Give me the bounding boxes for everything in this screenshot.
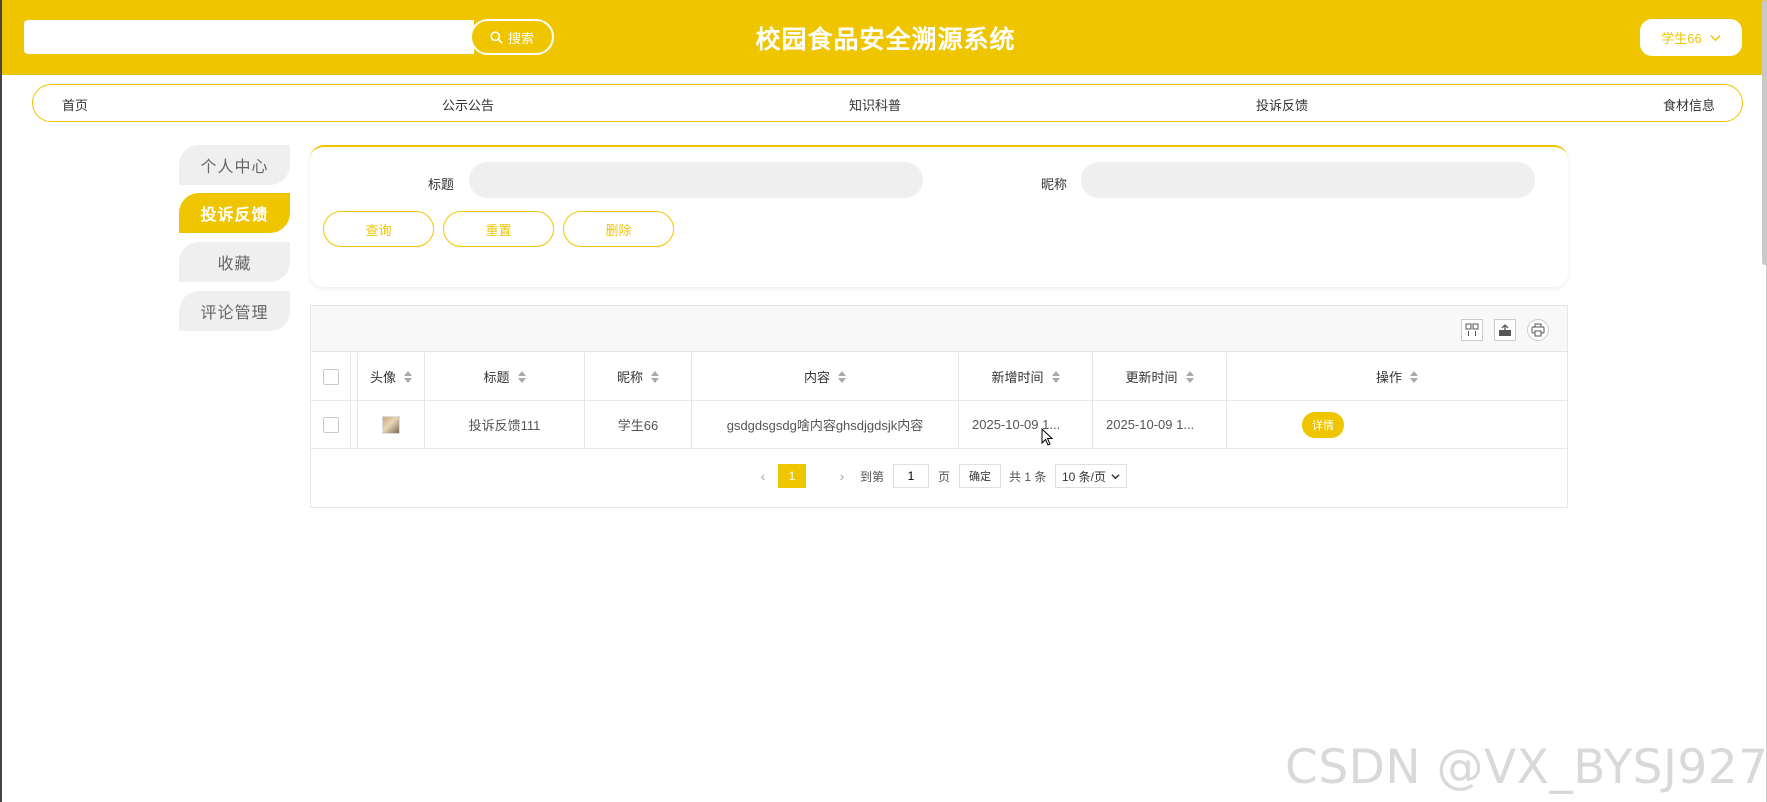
nav-knowledge[interactable]: 知识科普 xyxy=(849,95,901,114)
page-1-button[interactable]: 1 xyxy=(778,464,806,488)
header-avatar[interactable]: 头像 xyxy=(358,353,425,400)
prev-icon: ‹ xyxy=(760,468,766,484)
nickname-filter-input[interactable] xyxy=(1081,162,1535,198)
row-checkbox[interactable] xyxy=(322,416,339,433)
header-actions-label: 操作 xyxy=(1375,370,1402,385)
avatar-cell xyxy=(358,401,425,448)
sort-icon xyxy=(404,370,412,383)
goto-label: 到第 xyxy=(860,469,885,484)
sidebar-item-comment-management[interactable]: 评论管理 xyxy=(179,291,290,331)
columns-icon xyxy=(1465,323,1479,336)
print-icon xyxy=(1531,323,1545,337)
nickname-cell: 学生66 xyxy=(585,401,692,448)
sort-icon xyxy=(838,370,846,383)
vertical-scrollbar[interactable] xyxy=(1762,0,1767,265)
spacer-cell xyxy=(351,353,358,400)
header-avatar-label: 头像 xyxy=(369,370,396,385)
nav-ingredients[interactable]: 食材信息 xyxy=(1663,95,1715,114)
content-cell: gsdgdsgsdg啥内容ghsdjgdsjk内容 xyxy=(692,401,959,448)
title-filter-input[interactable] xyxy=(469,162,923,198)
actions-cell: 详情 xyxy=(1227,401,1567,448)
total-count: 共 1 条 xyxy=(1009,469,1047,484)
sort-icon xyxy=(1410,370,1418,383)
goto-page-input[interactable] xyxy=(893,464,929,488)
sidebar-item-personal-center[interactable]: 个人中心 xyxy=(179,145,290,185)
reset-button[interactable]: 重置 xyxy=(443,211,554,247)
header-content[interactable]: 内容 xyxy=(692,353,959,400)
created-cell: 2025-10-09 1... xyxy=(959,401,1093,448)
detail-button[interactable]: 详情 xyxy=(1302,411,1344,438)
next-icon: › xyxy=(839,468,845,484)
nav-announcements[interactable]: 公示公告 xyxy=(442,95,494,114)
title-cell: 投诉反馈111 xyxy=(425,401,585,448)
header-nickname-label: 昵称 xyxy=(616,370,643,385)
mouse-cursor-icon xyxy=(1041,428,1053,446)
sort-icon xyxy=(651,370,659,383)
header-title-label: 标题 xyxy=(483,370,510,385)
avatar[interactable] xyxy=(382,415,400,434)
next-page-button[interactable]: › xyxy=(832,464,852,488)
sort-icon xyxy=(1185,370,1194,383)
page-size-value: 10 条/页 xyxy=(1062,469,1107,484)
table-toolbar xyxy=(311,306,1567,352)
sort-icon xyxy=(1051,370,1060,383)
select-all-checkbox[interactable] xyxy=(322,368,339,385)
export-button[interactable] xyxy=(1494,319,1516,341)
nickname-filter-label: 昵称 xyxy=(1041,177,1068,192)
header-actions[interactable]: 操作 xyxy=(1227,353,1567,400)
sidebar-item-complaints[interactable]: 投诉反馈 xyxy=(179,193,290,233)
filter-panel: 标题 昵称 查询 重置 删除 xyxy=(310,145,1568,287)
chevron-down-icon xyxy=(1111,473,1120,479)
header-title[interactable]: 标题 xyxy=(425,353,585,400)
header-updated-label: 更新时间 xyxy=(1125,370,1178,385)
header-created-label: 新增时间 xyxy=(991,370,1044,385)
watermark: CSDN @VX_BYSJ9276 xyxy=(1285,740,1767,795)
pagination: ‹ 1 › 到第 页 确定 共 1 条 10 条/页 xyxy=(311,461,1567,491)
page-suffix-label: 页 xyxy=(938,469,951,484)
user-name: 学生66 xyxy=(1661,31,1702,46)
chevron-down-icon xyxy=(1710,35,1721,42)
page-size-select[interactable]: 10 条/页 xyxy=(1055,464,1127,488)
nav-complaints[interactable]: 投诉反馈 xyxy=(1256,95,1308,114)
export-icon xyxy=(1499,324,1511,336)
select-all-cell xyxy=(311,353,351,400)
print-button[interactable] xyxy=(1527,319,1549,341)
table-row[interactable]: 投诉反馈111 学生66 gsdgdsgsdg啥内容ghsdjgdsjk内容 2… xyxy=(311,401,1567,449)
prev-page-button[interactable]: ‹ xyxy=(753,464,773,488)
header-bar: 搜索 校园食品安全溯源系统 学生66 xyxy=(2,0,1767,75)
sidebar-item-favorites[interactable]: 收藏 xyxy=(179,242,290,282)
sort-icon xyxy=(517,370,526,383)
delete-button[interactable]: 删除 xyxy=(563,211,674,247)
title-filter-label: 标题 xyxy=(428,177,455,192)
user-menu-button[interactable]: 学生66 xyxy=(1640,19,1742,56)
header-created[interactable]: 新增时间 xyxy=(959,353,1093,400)
header-nickname[interactable]: 昵称 xyxy=(585,353,692,400)
header-updated[interactable]: 更新时间 xyxy=(1093,353,1227,400)
site-title: 校园食品安全溯源系统 xyxy=(755,26,1016,54)
table-header: 头像 标题 昵称 内容 新增时间 更新时间 操作 xyxy=(311,353,1567,401)
top-nav: 首页 公示公告 知识科普 投诉反馈 食材信息 xyxy=(32,84,1743,122)
header-content-label: 内容 xyxy=(803,370,830,385)
columns-toggle-button[interactable] xyxy=(1461,319,1483,341)
spacer-cell xyxy=(351,401,358,448)
query-button[interactable]: 查询 xyxy=(323,211,434,247)
app-frame: 搜索 校园食品安全溯源系统 学生66 首页 公示公告 知识科普 投诉反馈 食材信… xyxy=(0,0,1767,802)
row-select-cell xyxy=(311,401,351,448)
complaints-table: 头像 标题 昵称 内容 新增时间 更新时间 操作 投诉反馈111 学生66 gs… xyxy=(310,305,1568,508)
updated-cell: 2025-10-09 1... xyxy=(1093,401,1227,448)
goto-confirm-button[interactable]: 确定 xyxy=(959,464,1001,488)
nav-home[interactable]: 首页 xyxy=(62,95,88,114)
